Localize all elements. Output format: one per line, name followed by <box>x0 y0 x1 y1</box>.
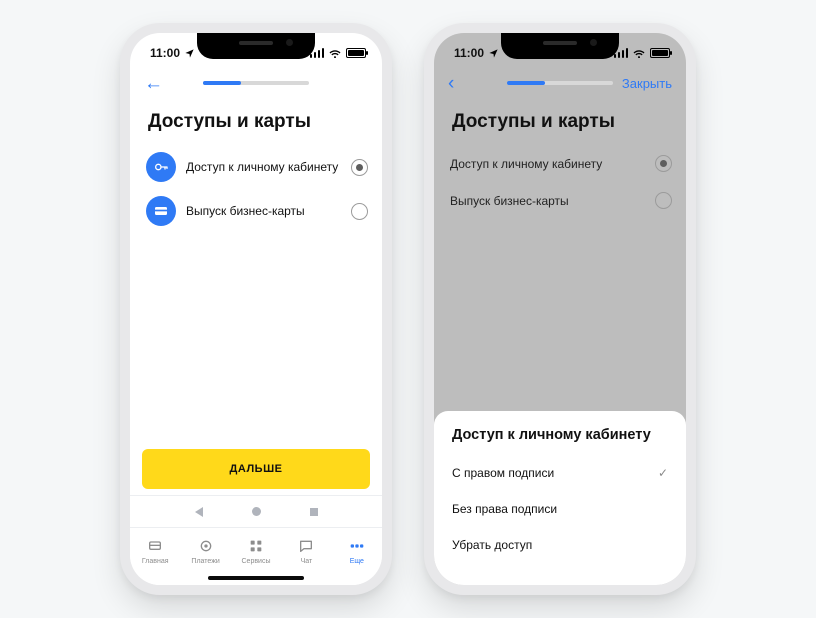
screen-right: 11:00 ‹ Закрыть Доступы и карты <box>434 33 686 585</box>
nav-recents-icon[interactable] <box>310 508 318 516</box>
tab-label: Главная <box>142 558 169 565</box>
key-icon <box>146 152 176 182</box>
chat-icon <box>297 537 315 555</box>
battery-icon <box>650 48 670 58</box>
radio-unselected[interactable] <box>655 192 672 209</box>
tab-label: Еще <box>350 558 364 565</box>
tab-chat[interactable]: Чат <box>281 528 331 573</box>
tab-label: Платежи <box>191 558 219 565</box>
services-icon <box>247 537 265 555</box>
home-icon <box>146 537 164 555</box>
option-personal-access[interactable]: Доступ к личному кабинету <box>144 145 370 189</box>
tab-services[interactable]: Сервисы <box>231 528 281 573</box>
progress-bar <box>507 81 613 85</box>
nav-row: ‹ Закрыть <box>434 69 686 97</box>
radio-unselected[interactable] <box>351 203 368 220</box>
radio-selected[interactable] <box>655 155 672 172</box>
sheet-option-label: С правом подписи <box>452 466 554 480</box>
wifi-icon <box>328 48 342 59</box>
progress-bar <box>203 81 309 85</box>
tab-payments[interactable]: Платежи <box>180 528 230 573</box>
home-indicator <box>208 576 304 580</box>
card-icon <box>146 196 176 226</box>
sheet-option-signing[interactable]: С правом подписи ✓ <box>452 455 668 491</box>
sheet-option-label: Убрать доступ <box>452 538 532 552</box>
close-button[interactable]: Закрыть <box>622 76 672 91</box>
location-icon <box>488 48 499 59</box>
notch <box>197 33 315 59</box>
back-button[interactable]: ← <box>144 74 166 93</box>
option-label: Доступ к личному кабинету <box>450 157 645 171</box>
page-title: Доступы и карты <box>130 97 382 143</box>
radio-selected[interactable] <box>351 159 368 176</box>
nav-home-icon[interactable] <box>252 507 261 516</box>
next-button-label: ДАЛЬШЕ <box>230 463 283 475</box>
nav-back-icon[interactable] <box>195 507 203 517</box>
option-business-card[interactable]: Выпуск бизнес-карты <box>448 182 674 219</box>
sheet-title: Доступ к личному кабинету <box>452 427 668 443</box>
status-time: 11:00 <box>150 46 180 60</box>
tab-home[interactable]: Главная <box>130 528 180 573</box>
option-business-card[interactable]: Выпуск бизнес-карты <box>144 189 370 233</box>
tab-label: Чат <box>301 558 313 565</box>
notch <box>501 33 619 59</box>
status-time: 11:00 <box>454 46 484 60</box>
option-personal-access[interactable]: Доступ к личному кабинету <box>448 145 674 182</box>
back-button[interactable]: ‹ <box>448 74 470 93</box>
phone-right: 11:00 ‹ Закрыть Доступы и карты <box>424 23 696 595</box>
battery-icon <box>346 48 366 58</box>
option-label: Доступ к личному кабинету <box>186 160 341 174</box>
bottom-sheet: Доступ к личному кабинету С правом подпи… <box>434 411 686 585</box>
more-icon <box>348 537 366 555</box>
check-icon: ✓ <box>658 466 668 480</box>
sheet-option-label: Без права подписи <box>452 502 557 516</box>
sheet-option-no-signing[interactable]: Без права подписи <box>452 491 668 527</box>
payments-icon <box>197 537 215 555</box>
sheet-option-remove[interactable]: Убрать доступ <box>452 527 668 563</box>
phone-left: 11:00 ← Доступы и карты <box>120 23 392 595</box>
option-label: Выпуск бизнес-карты <box>450 194 645 208</box>
next-button[interactable]: ДАЛЬШЕ <box>142 449 370 489</box>
wifi-icon <box>632 48 646 59</box>
options-list: Доступ к личному кабинету Выпуск бизнес-… <box>434 143 686 219</box>
android-nav-hint <box>130 495 382 527</box>
nav-row: ← <box>130 69 382 97</box>
page-title: Доступы и карты <box>434 97 686 143</box>
location-icon <box>184 48 195 59</box>
mockup-stage: 11:00 ← Доступы и карты <box>0 0 816 618</box>
tab-label: Сервисы <box>242 558 271 565</box>
screen-left: 11:00 ← Доступы и карты <box>130 33 382 585</box>
tab-more[interactable]: Еще <box>332 528 382 573</box>
option-label: Выпуск бизнес-карты <box>186 204 341 218</box>
options-list: Доступ к личному кабинету Выпуск бизнес-… <box>130 143 382 233</box>
